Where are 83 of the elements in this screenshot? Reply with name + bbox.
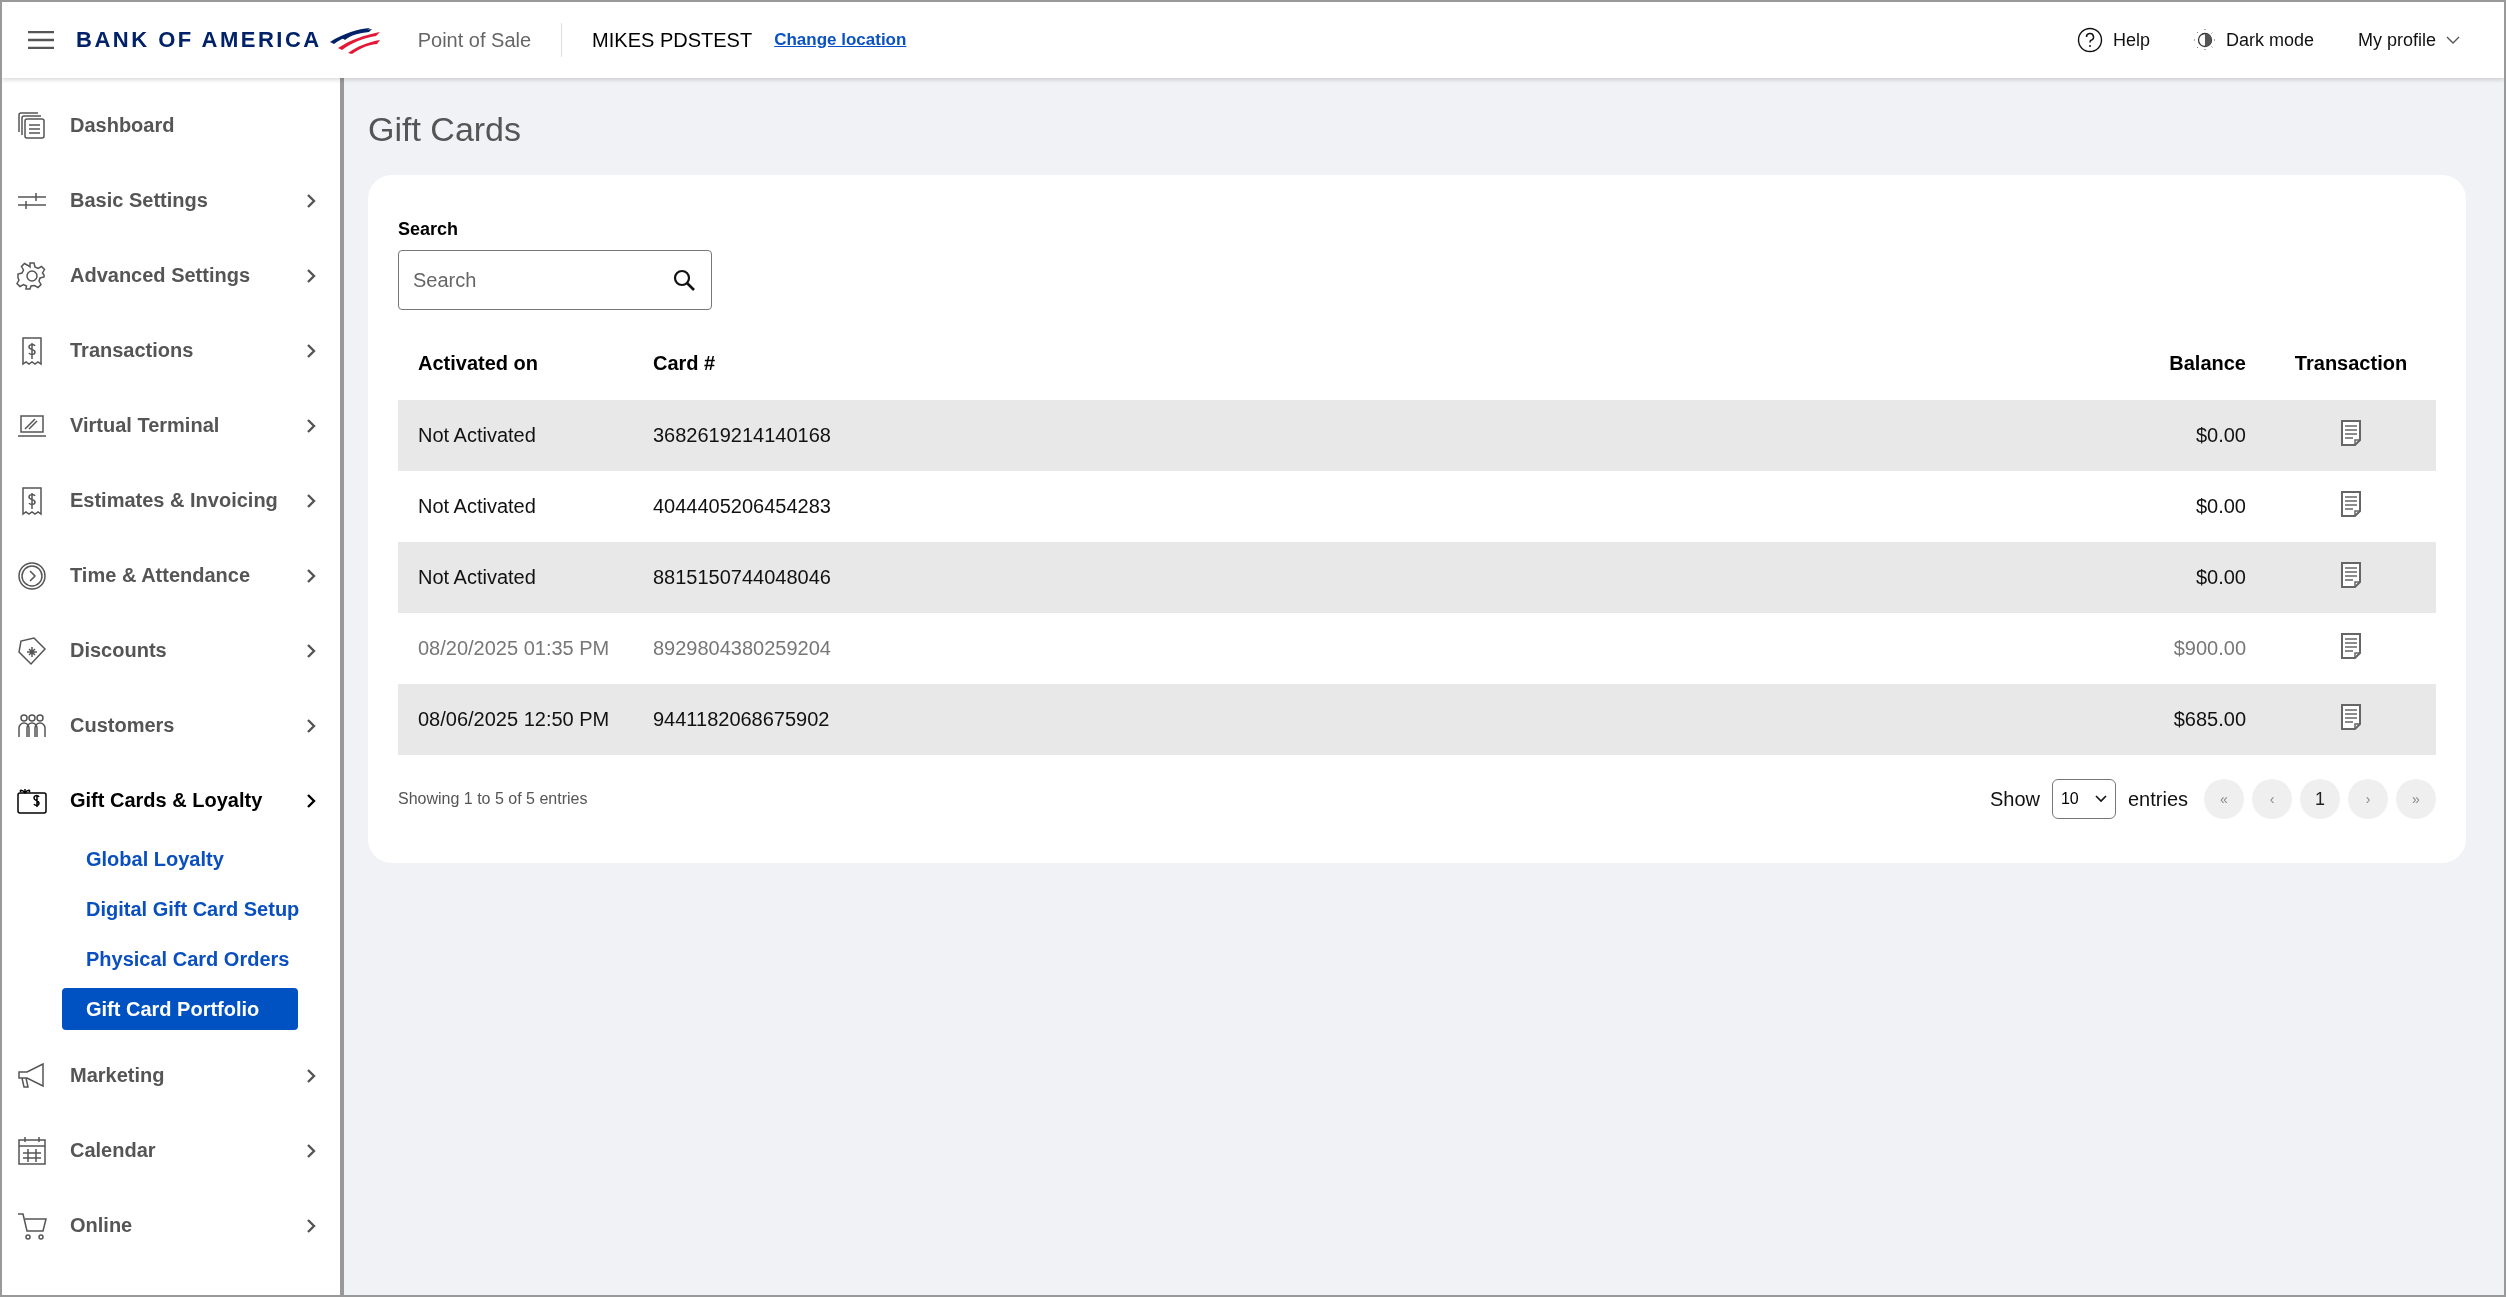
- table-cell: 9441182068675902: [633, 684, 1697, 755]
- sidebar-item[interactable]: Customers: [2, 688, 340, 763]
- entries-info: Showing 1 to 5 of 5 entries: [398, 790, 589, 808]
- sidebar-item[interactable]: Transactions: [2, 313, 340, 388]
- help-icon: [2076, 27, 2103, 53]
- table-cell: $900.00: [1696, 613, 2266, 684]
- page-title: Gift Cards: [368, 110, 523, 149]
- sidebar-item[interactable]: Advanced Settings: [2, 238, 340, 313]
- help-button[interactable]: Help: [2076, 27, 2150, 53]
- transaction-button[interactable]: [2341, 420, 2361, 446]
- chevron-icon: [304, 1067, 318, 1084]
- clock-icon: [16, 559, 48, 592]
- table-cell: 3682619214140168: [633, 400, 1697, 471]
- sidebar-item[interactable]: Online: [2, 1188, 340, 1263]
- sidebar-item[interactable]: Time & Attendance: [2, 538, 340, 613]
- show-label: Show: [1989, 787, 2040, 811]
- table-cell: 08/06/2025 12:50 PM: [398, 684, 633, 755]
- table-cell: 4044405206454283: [633, 471, 1697, 542]
- table-cell: Not Activated: [398, 542, 633, 613]
- table-cell: $0.00: [1696, 542, 2266, 613]
- page-size-select[interactable]: 10: [2051, 779, 2116, 819]
- transaction-button[interactable]: [2341, 704, 2361, 730]
- profile-button[interactable]: My profile: [2357, 29, 2460, 51]
- tag-icon: [16, 634, 48, 667]
- chevron-icon: [304, 267, 318, 284]
- table-cell: $0.00: [1696, 471, 2266, 542]
- document-icon: [2341, 491, 2361, 517]
- submenu-item[interactable]: Global Loyalty: [62, 838, 298, 880]
- change-location-link[interactable]: Change location: [774, 30, 907, 50]
- search-field[interactable]: Search: [398, 250, 712, 310]
- submenu-item[interactable]: Gift Card Portfolio: [62, 988, 298, 1030]
- document-icon: [2341, 633, 2361, 659]
- caret-icon: [2094, 795, 2107, 803]
- calendar-icon: [16, 1134, 48, 1167]
- chevron-icon: [304, 417, 318, 434]
- stacked-pages-icon: [16, 109, 48, 142]
- document-icon: [2341, 562, 2361, 588]
- theme-button[interactable]: Dark mode: [2193, 29, 2314, 51]
- chevron-icon: [304, 1217, 318, 1234]
- table-cell: 08/20/2025 01:35 PM: [398, 613, 633, 684]
- brand-name: BANK OF AMERICA: [76, 27, 322, 53]
- sidebar-item[interactable]: Marketing: [2, 1038, 340, 1113]
- gear-icon: [16, 259, 48, 292]
- sidebar-item[interactable]: Calendar: [2, 1113, 340, 1188]
- chevron-icon: [304, 792, 318, 809]
- sidebar-item[interactable]: Gift Cards & Loyalty: [2, 763, 340, 838]
- transaction-button[interactable]: [2341, 562, 2361, 588]
- chevron-icon: [304, 642, 318, 659]
- column-header: Transaction: [2266, 326, 2436, 400]
- column-header: Balance: [1696, 326, 2266, 400]
- location-name: MIKES PDSTEST: [592, 28, 753, 52]
- search-icon: [672, 268, 696, 292]
- sidebar-item[interactable]: Discounts: [2, 613, 340, 688]
- search-label: Search: [398, 219, 460, 240]
- table-cell: Not Activated: [398, 471, 633, 542]
- chevron-icon: [304, 492, 318, 509]
- sidebar-item[interactable]: Estimates & Invoicing: [2, 463, 340, 538]
- column-header: Activated on: [398, 326, 633, 400]
- chevron-icon: [304, 342, 318, 359]
- column-header: Card #: [633, 326, 1697, 400]
- sidebar-item[interactable]: Basic Settings: [2, 163, 340, 238]
- caret-icon: [2446, 35, 2460, 45]
- entries-label: entries: [2127, 787, 2188, 811]
- submenu-item[interactable]: Physical Card Orders: [62, 938, 298, 980]
- submenu-item[interactable]: Digital Gift Card Setup: [62, 888, 306, 930]
- pagination-button[interactable]: 1: [2300, 779, 2340, 819]
- chevron-icon: [304, 192, 318, 209]
- chevron-icon: [304, 567, 318, 584]
- sidebar-item[interactable]: Dashboard: [2, 88, 340, 163]
- menu-icon: [28, 31, 54, 49]
- document-icon: [2341, 704, 2361, 730]
- transaction-button[interactable]: [2341, 491, 2361, 517]
- chevron-icon: [304, 717, 318, 734]
- document-icon: [2341, 420, 2361, 446]
- sidebar-item[interactable]: Virtual Terminal: [2, 388, 340, 463]
- table-cell: $685.00: [1696, 684, 2266, 755]
- table-cell: 8815150744048046: [633, 542, 1697, 613]
- contrast-icon: [2193, 29, 2216, 51]
- chevron-icon: [304, 1142, 318, 1159]
- table-cell: Not Activated: [398, 400, 633, 471]
- product-name: Point of Sale: [417, 23, 563, 57]
- table-cell: 8929804380259204: [633, 613, 1697, 684]
- table-cell: $0.00: [1696, 400, 2266, 471]
